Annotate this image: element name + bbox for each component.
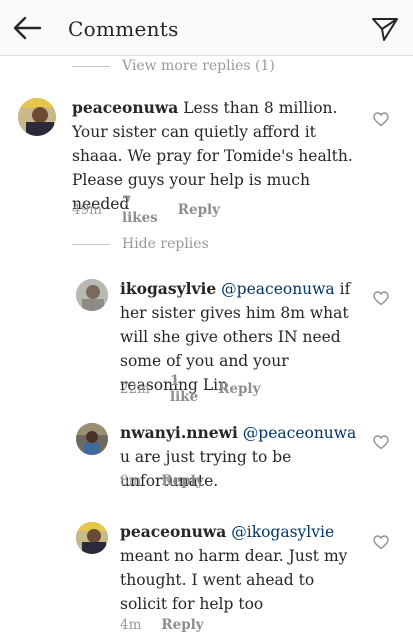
comment-time: 22m [120,381,150,397]
comment-username[interactable]: peaceonuwa [72,98,178,117]
divider-line [72,65,110,67]
avatar[interactable] [76,279,108,311]
send-icon[interactable] [371,16,399,42]
comment-text: meant no harm dear. Just my thought. I w… [120,547,348,613]
comment-username[interactable]: nwanyi.nnewi [120,423,238,442]
comment-meta: 4m Reply [120,617,224,633]
comment-time: 4m [120,617,142,633]
comment-likes[interactable]: 7 likes [122,194,158,226]
like-heart-icon[interactable] [373,535,389,550]
comment-likes[interactable]: 1 like [170,373,198,405]
mention-link[interactable]: @peaceonuwa [243,424,357,442]
comment-username[interactable]: ikogasylvie [120,279,216,298]
view-more-replies-button[interactable]: View more replies (1) [72,58,275,74]
view-more-replies-label: View more replies (1) [122,58,275,74]
reply-button[interactable]: Reply [218,381,260,397]
comment-meta: 49m 7 likes Reply [72,194,240,226]
avatar[interactable] [76,423,108,455]
avatar[interactable] [76,522,108,554]
mention-link[interactable]: @ikogasylvie [231,523,334,541]
hide-replies-label: Hide replies [122,236,209,252]
reply-button[interactable]: Reply [161,473,203,489]
avatar[interactable] [18,98,56,136]
header-bar: Comments [0,0,413,56]
mention-link[interactable]: @peaceonuwa [221,280,335,298]
hide-replies-button[interactable]: Hide replies [72,236,209,252]
comment-username[interactable]: peaceonuwa [120,522,226,541]
comment-time: 49m [72,202,102,218]
page-title: Comments [68,17,179,41]
comment-time: 8m [120,473,142,489]
reply-button[interactable]: Reply [178,202,220,218]
comment-meta: 22m 1 like Reply [120,373,280,405]
like-heart-icon[interactable] [373,291,389,306]
like-heart-icon[interactable] [373,112,389,127]
reply-button[interactable]: Reply [161,617,203,633]
back-arrow-icon[interactable] [12,15,42,41]
divider-line [72,243,110,245]
like-heart-icon[interactable] [373,435,389,450]
comment-meta: 8m Reply [120,473,224,489]
